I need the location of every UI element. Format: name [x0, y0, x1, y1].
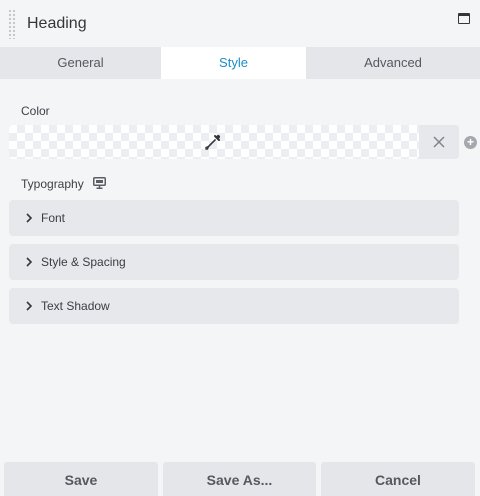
- desktop-icon[interactable]: [93, 177, 106, 189]
- tab-general[interactable]: General: [0, 47, 161, 79]
- plus-circle-icon[interactable]: +: [464, 136, 477, 149]
- window-maximize-icon[interactable]: [458, 13, 470, 24]
- chevron-right-icon: [26, 213, 33, 223]
- color-label: Color: [21, 104, 50, 118]
- section-label: Text Shadow: [41, 299, 110, 313]
- eyedropper-icon: [205, 134, 221, 150]
- section-text-shadow[interactable]: Text Shadow: [9, 288, 459, 324]
- section-font[interactable]: Font: [9, 200, 459, 236]
- footer-bar: Save Save As... Cancel: [0, 462, 480, 496]
- save-button[interactable]: Save: [4, 462, 158, 496]
- typography-label: Typography: [21, 177, 84, 191]
- section-style-spacing[interactable]: Style & Spacing: [9, 244, 459, 280]
- drag-handle-icon[interactable]: [8, 9, 16, 39]
- close-icon: [433, 136, 445, 148]
- chevron-right-icon: [26, 301, 33, 311]
- cancel-button[interactable]: Cancel: [321, 462, 475, 496]
- tab-advanced[interactable]: Advanced: [306, 47, 480, 79]
- save-as-button[interactable]: Save As...: [163, 462, 316, 496]
- clear-color-button[interactable]: [419, 125, 459, 159]
- tab-style[interactable]: Style: [161, 47, 306, 79]
- chevron-right-icon: [26, 257, 33, 267]
- panel-header[interactable]: Heading: [0, 0, 480, 47]
- color-swatch[interactable]: [9, 125, 419, 159]
- tab-bar: General Style Advanced: [0, 47, 480, 79]
- color-field: [9, 125, 459, 159]
- panel-title: Heading: [27, 15, 87, 32]
- section-label: Style & Spacing: [41, 255, 126, 269]
- section-label: Font: [41, 211, 66, 225]
